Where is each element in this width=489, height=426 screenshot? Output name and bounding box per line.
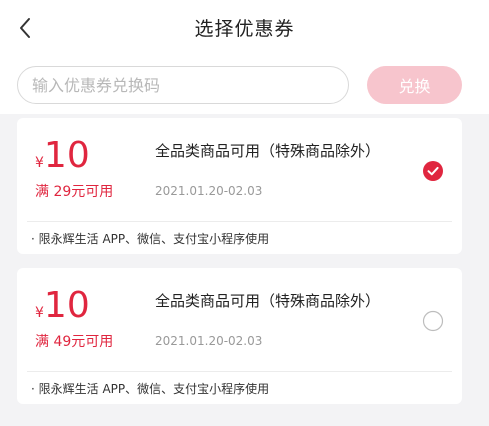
coupon-amount: ¥10 bbox=[35, 136, 90, 176]
top-bar: 选择优惠券 bbox=[0, 0, 489, 56]
coupon-threshold: 满 29元可用 bbox=[35, 184, 114, 200]
coupon-threshold: 满 49元可用 bbox=[35, 334, 114, 350]
currency-symbol: ¥ bbox=[35, 155, 44, 171]
coupon-date: 2021.01.20-02.03 bbox=[155, 184, 263, 198]
divider bbox=[27, 371, 452, 372]
unchecked-circle-icon[interactable] bbox=[422, 310, 444, 332]
coupon-name: 全品类商品可用（特殊商品除外） bbox=[155, 142, 381, 160]
coupon-amount: ¥10 bbox=[35, 286, 90, 326]
coupon-card[interactable]: ¥10 满 49元可用 全品类商品可用（特殊商品除外） 2021.01.20-0… bbox=[17, 268, 462, 404]
redeem-row: 兑换 bbox=[0, 56, 489, 114]
coupon-value: 10 bbox=[43, 135, 90, 176]
page-title: 选择优惠券 bbox=[194, 18, 295, 40]
coupon-value: 10 bbox=[43, 285, 90, 326]
checked-circle-icon[interactable] bbox=[422, 160, 444, 182]
divider bbox=[27, 221, 452, 222]
redeem-button[interactable]: 兑换 bbox=[367, 66, 462, 104]
coupon-usage-note: · 限永辉生活 APP、微信、支付宝小程序使用 bbox=[31, 232, 270, 246]
coupon-usage-note: · 限永辉生活 APP、微信、支付宝小程序使用 bbox=[31, 382, 270, 396]
coupon-name: 全品类商品可用（特殊商品除外） bbox=[155, 292, 381, 310]
currency-symbol: ¥ bbox=[35, 305, 44, 321]
coupon-card[interactable]: ¥10 满 29元可用 全品类商品可用（特殊商品除外） 2021.01.20-0… bbox=[17, 118, 462, 254]
redeem-code-input[interactable] bbox=[17, 66, 349, 104]
coupon-date: 2021.01.20-02.03 bbox=[155, 334, 263, 348]
